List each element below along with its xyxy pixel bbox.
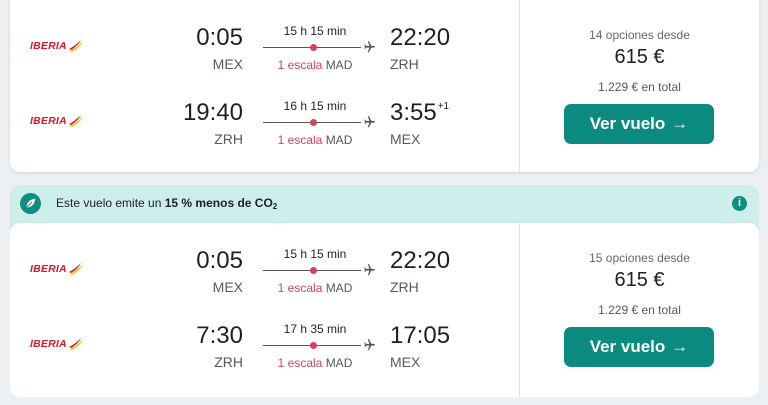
stop-dot	[310, 342, 317, 349]
result-card[interactable]: IBERIA 0:05 MEX 15 h 15 min 1 escala MAD…	[10, 223, 759, 397]
stops-info[interactable]: 1 escala MAD	[263, 356, 367, 370]
options-count: 15 opciones desde	[589, 251, 690, 265]
airline-name: IBERIA	[30, 263, 67, 275]
stop-dot	[310, 119, 317, 126]
iberia-logo-icon	[68, 115, 83, 127]
departure-airport: MEX	[212, 56, 243, 72]
view-flight-button[interactable]: Ver vuelo →	[564, 104, 714, 144]
arrival-time: 22:20	[390, 24, 451, 51]
stops-info[interactable]: 1 escala MAD	[263, 58, 367, 72]
arrival-airport: MEX	[390, 131, 421, 147]
flight-duration: 17 h 35 min	[283, 322, 347, 336]
stop-airport: MAD	[325, 133, 353, 147]
plane-icon	[364, 41, 375, 53]
flight-leg-outbound: IBERIA 0:05 MEX 15 h 15 min 1 escala MAD…	[10, 233, 520, 305]
arrival-time: 3:55+1	[390, 99, 450, 126]
day-offset: +1	[437, 101, 450, 112]
stops-info[interactable]: 1 escala MAD	[263, 281, 367, 295]
eco-banner-text: Este vuelo emite un 15 % menos de CO2	[56, 196, 278, 211]
departure-airport: ZRH	[214, 354, 243, 370]
flight-duration: 15 h 15 min	[283, 24, 347, 38]
price: 615 €	[614, 269, 665, 291]
stop-count: 1 escala	[277, 58, 323, 72]
price-column: 14 opciones desde 615 € 1.229 € en total…	[520, 0, 759, 172]
airline-logo: IBERIA	[30, 336, 84, 352]
options-count: 14 opciones desde	[589, 28, 690, 42]
leaf-icon	[20, 193, 41, 214]
departure-airport: ZRH	[214, 131, 243, 147]
result-card[interactable]: IBERIA 0:05 MEX 15 h 15 min 1 escala MAD…	[10, 0, 759, 172]
total-price: 1.229 € en total	[598, 80, 681, 94]
airline-name: IBERIA	[30, 338, 67, 350]
departure-time: 0:05	[196, 24, 243, 51]
info-icon[interactable]: i	[732, 196, 747, 211]
arrow-right-icon: →	[671, 337, 689, 356]
arrival-airport: MEX	[390, 354, 421, 370]
arrival-time: 17:05	[390, 322, 451, 349]
plane-icon	[364, 116, 375, 128]
eco-banner: Este vuelo emite un 15 % menos de CO2 i	[10, 185, 759, 221]
stop-airport: MAD	[325, 58, 353, 72]
plane-icon	[364, 339, 375, 351]
flight-duration: 15 h 15 min	[283, 247, 347, 261]
arrival-airport: ZRH	[390, 56, 419, 72]
departure-time: 19:40	[182, 99, 243, 126]
stop-count: 1 escala	[277, 133, 323, 147]
plane-icon	[364, 264, 375, 276]
arrow-right-icon: →	[671, 114, 689, 133]
stops-info[interactable]: 1 escala MAD	[263, 133, 367, 147]
flight-leg-return: IBERIA 7:30 ZRH 17 h 35 min 1 escala MAD…	[10, 308, 520, 380]
stop-count: 1 escala	[277, 356, 323, 370]
airline-logo: IBERIA	[30, 113, 84, 129]
iberia-logo-icon	[68, 263, 83, 275]
stop-count: 1 escala	[277, 281, 323, 295]
arrival-airport: ZRH	[390, 279, 419, 295]
eco-highlight: 15 % menos de CO2	[164, 196, 278, 211]
price-column: 15 opciones desde 615 € 1.229 € en total…	[520, 223, 759, 397]
arrival-time: 22:20	[390, 247, 451, 274]
airline-logo: IBERIA	[30, 261, 84, 277]
view-flight-label: Ver vuelo	[589, 337, 666, 356]
stop-dot	[310, 44, 317, 51]
departure-time: 7:30	[196, 322, 243, 349]
airline-name: IBERIA	[30, 115, 67, 127]
flight-leg-return: IBERIA 19:40 ZRH 16 h 15 min 1 escala MA…	[10, 85, 520, 157]
flight-duration: 16 h 15 min	[283, 99, 347, 113]
departure-airport: MEX	[212, 279, 243, 295]
airline-logo: IBERIA	[30, 38, 84, 54]
departure-time: 0:05	[196, 247, 243, 274]
flight-leg-outbound: IBERIA 0:05 MEX 15 h 15 min 1 escala MAD…	[10, 10, 520, 82]
stop-airport: MAD	[325, 281, 353, 295]
eco-result-wrapper: Este vuelo emite un 15 % menos de CO2 i …	[10, 185, 759, 397]
iberia-logo-icon	[68, 338, 83, 350]
view-flight-label: Ver vuelo	[589, 114, 666, 133]
total-price: 1.229 € en total	[598, 303, 681, 317]
airline-name: IBERIA	[30, 40, 67, 52]
stop-airport: MAD	[325, 356, 353, 370]
iberia-logo-icon	[68, 40, 83, 52]
price: 615 €	[614, 46, 665, 68]
view-flight-button[interactable]: Ver vuelo →	[564, 327, 714, 367]
stop-dot	[310, 267, 317, 274]
